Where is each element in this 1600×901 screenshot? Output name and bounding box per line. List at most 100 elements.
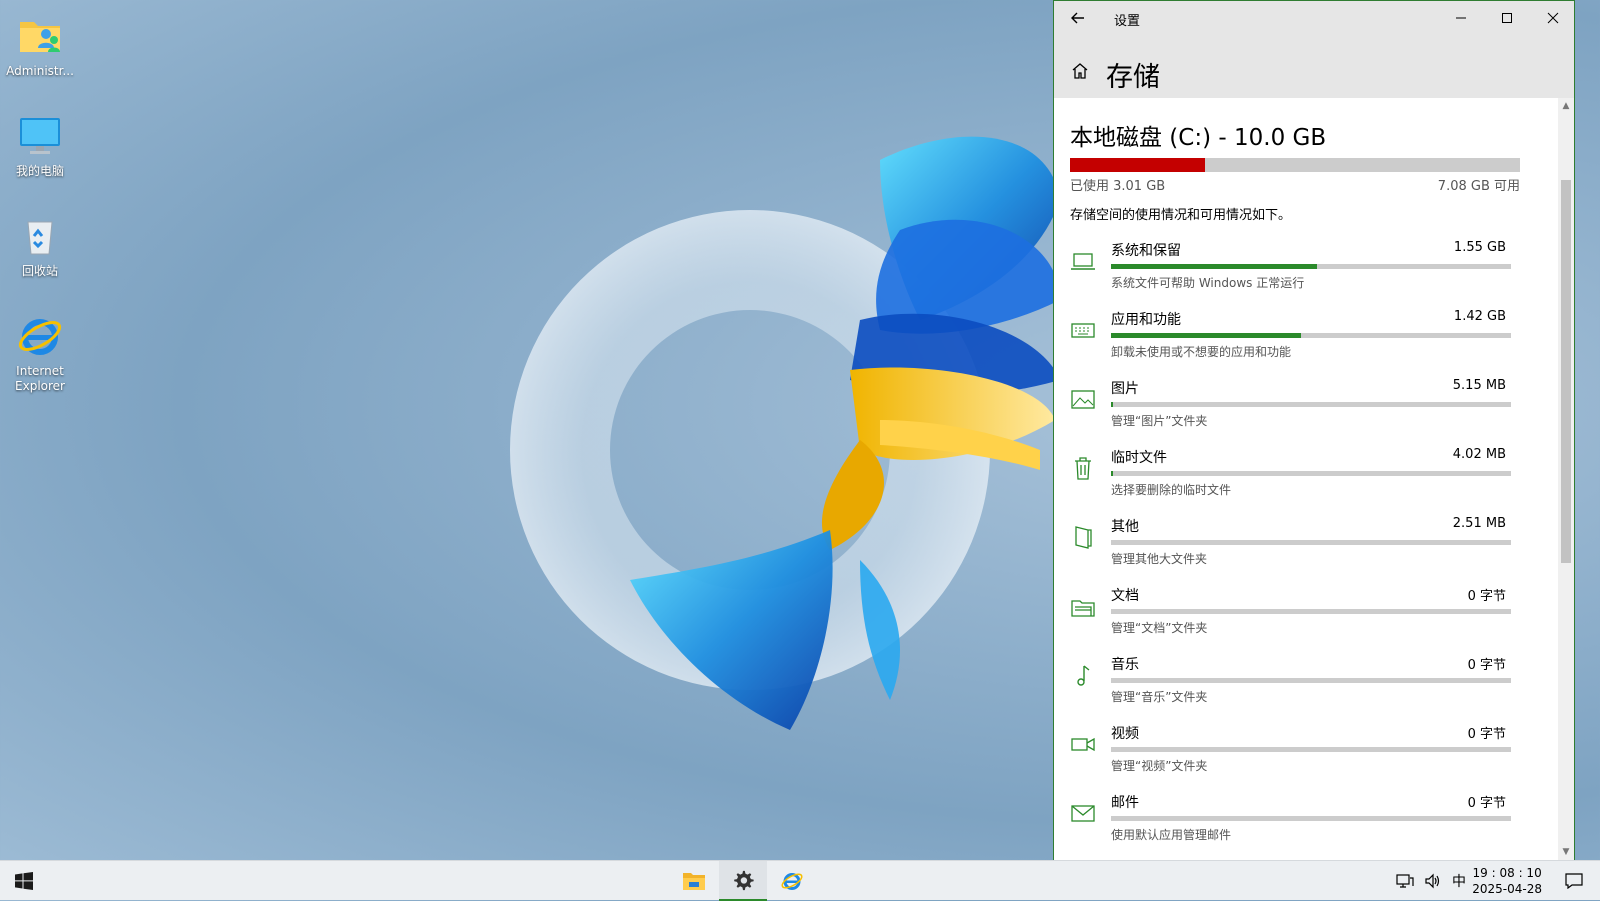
category-mail[interactable]: 邮件 0 字节 使用默认应用管理邮件 xyxy=(1054,788,1560,852)
settings-window: 设置 存储 本地磁盘 (C:) - 10.0 GB 已使用 3.01 GB 7.… xyxy=(1053,0,1575,860)
volume-icon[interactable] xyxy=(1420,861,1446,901)
back-arrow-icon[interactable] xyxy=(1068,8,1088,28)
category-description: 管理“视频”文件夹 xyxy=(1111,759,1208,773)
documents-icon xyxy=(1071,600,1095,617)
category-name: 应用和功能 xyxy=(1111,312,1181,328)
laptop-icon xyxy=(1071,253,1095,270)
category-size: 1.42 GB xyxy=(1453,309,1506,324)
category-name: 其他 xyxy=(1111,519,1139,535)
desktop-icon-recycle-bin[interactable]: 回收站 xyxy=(4,212,76,279)
category-music[interactable]: 音乐 0 字节 管理“音乐”文件夹 xyxy=(1054,650,1560,714)
category-name: 视频 xyxy=(1111,726,1139,742)
category-size: 0 字节 xyxy=(1467,658,1506,673)
category-temp-files[interactable]: 临时文件 4.02 MB 选择要删除的临时文件 xyxy=(1054,443,1560,507)
category-description: 系统文件可帮助 Windows 正常运行 xyxy=(1111,276,1305,290)
category-bar-fill xyxy=(1111,264,1317,269)
taskbar-settings[interactable] xyxy=(719,861,767,901)
internet-explorer-icon xyxy=(781,873,803,890)
category-name: 邮件 xyxy=(1111,795,1139,811)
category-description: 选择要删除的临时文件 xyxy=(1111,483,1232,497)
category-videos[interactable]: 视频 0 字节 管理“视频”文件夹 xyxy=(1054,719,1560,783)
category-other[interactable]: 其他 2.51 MB 管理其他大文件夹 xyxy=(1054,512,1560,576)
category-size: 4.02 MB xyxy=(1452,447,1506,462)
title-bar: 设置 xyxy=(1054,1,1574,35)
clock-date: 2025-04-28 xyxy=(1472,882,1542,896)
desktop-icon-my-computer[interactable]: 我的电脑 xyxy=(4,112,76,179)
desktop-icon-administrator[interactable]: Administr... xyxy=(4,12,76,79)
keyboard-icon xyxy=(1071,323,1095,338)
start-button[interactable] xyxy=(0,861,48,901)
desktop-icon-label: 我的电脑 xyxy=(15,164,64,178)
disk-free-label: 7.08 GB 可用 xyxy=(1437,179,1520,194)
category-name: 系统和保留 xyxy=(1111,243,1181,259)
notification-icon xyxy=(1565,873,1583,889)
trash-icon xyxy=(1075,457,1091,480)
settings-gear-icon xyxy=(734,870,754,891)
disk-usage-fill xyxy=(1070,158,1205,172)
action-center-button[interactable] xyxy=(1554,861,1594,901)
storage-content: 本地磁盘 (C:) - 10.0 GB 已使用 3.01 GB 7.08 GB … xyxy=(1054,98,1560,860)
category-bar xyxy=(1111,747,1511,752)
speaker-icon xyxy=(1425,873,1440,889)
category-apps-features[interactable]: 应用和功能 1.42 GB 卸载未使用或不想要的应用和功能 xyxy=(1054,305,1560,369)
windows-logo-icon xyxy=(15,872,33,890)
category-bar xyxy=(1111,609,1511,614)
scroll-up-arrow-icon[interactable]: ▲ xyxy=(1561,101,1571,111)
minimize-button[interactable] xyxy=(1438,1,1484,35)
vertical-scrollbar[interactable]: ▲ ▼ xyxy=(1558,98,1574,860)
computer-icon xyxy=(20,118,60,154)
scrollbar-thumb[interactable] xyxy=(1561,180,1571,563)
other-files-icon xyxy=(1075,526,1092,549)
category-size: 5.15 MB xyxy=(1452,378,1506,393)
category-system-reserved[interactable]: 系统和保留 1.55 GB 系统文件可帮助 Windows 正常运行 xyxy=(1054,236,1560,300)
taskbar-file-explorer[interactable] xyxy=(670,861,718,901)
close-icon xyxy=(1547,12,1559,24)
page-title: 存储 xyxy=(1106,62,1160,93)
scroll-down-arrow-icon[interactable]: ▼ xyxy=(1561,847,1571,857)
taskbar-internet-explorer[interactable] xyxy=(768,861,816,901)
category-bar xyxy=(1111,678,1511,683)
mail-icon xyxy=(1071,805,1095,822)
category-bar xyxy=(1111,264,1511,269)
close-button[interactable] xyxy=(1530,1,1576,35)
picture-icon xyxy=(1071,390,1095,409)
clock-time: 19 : 08 : 10 xyxy=(1472,866,1542,880)
category-bar-fill xyxy=(1111,402,1113,407)
home-icon[interactable] xyxy=(1070,61,1090,81)
category-size: 0 字节 xyxy=(1467,589,1506,604)
category-name: 音乐 xyxy=(1111,657,1139,673)
category-bar xyxy=(1111,471,1511,476)
internet-explorer-icon xyxy=(18,319,62,355)
clock[interactable]: 19 : 08 : 10 2025-04-28 xyxy=(1472,865,1542,897)
user-folder-icon xyxy=(20,22,60,52)
category-bar xyxy=(1111,402,1511,407)
category-documents[interactable]: 文档 0 字节 管理“文档”文件夹 xyxy=(1054,581,1560,645)
network-monitor-icon xyxy=(1396,874,1414,888)
page-header: 存储 xyxy=(1054,35,1574,98)
desktop-icon-label: Internet Explorer xyxy=(15,364,65,393)
input-method-indicator[interactable]: 中 xyxy=(1446,861,1472,901)
maximize-button[interactable] xyxy=(1484,1,1530,35)
category-name: 图片 xyxy=(1111,381,1139,397)
category-bar-fill xyxy=(1111,471,1113,476)
minimize-icon xyxy=(1456,17,1466,19)
category-description: 管理“音乐”文件夹 xyxy=(1111,690,1208,704)
category-size: 1.55 GB xyxy=(1453,240,1506,255)
category-size: 0 字节 xyxy=(1467,727,1506,742)
window-title: 设置 xyxy=(1114,14,1141,29)
desktop-icon-label: Administr... xyxy=(6,64,74,78)
network-icon[interactable] xyxy=(1392,861,1418,901)
file-explorer-icon xyxy=(683,873,705,890)
desktop-icon-internet-explorer[interactable]: Internet Explorer xyxy=(4,312,76,394)
category-bar xyxy=(1111,540,1511,545)
desktop-icon-label: 回收站 xyxy=(21,264,58,278)
maximize-icon xyxy=(1502,13,1512,23)
taskbar: 中 19 : 08 : 10 2025-04-28 xyxy=(0,860,1600,901)
category-bar xyxy=(1111,333,1511,338)
recycle-bin-icon xyxy=(27,221,53,255)
category-pictures[interactable]: 图片 5.15 MB 管理“图片”文件夹 xyxy=(1054,374,1560,438)
disk-usage-bar xyxy=(1070,158,1520,172)
music-icon xyxy=(1077,665,1090,686)
disk-used-label: 已使用 3.01 GB xyxy=(1070,179,1166,194)
category-bar-fill xyxy=(1111,333,1301,338)
